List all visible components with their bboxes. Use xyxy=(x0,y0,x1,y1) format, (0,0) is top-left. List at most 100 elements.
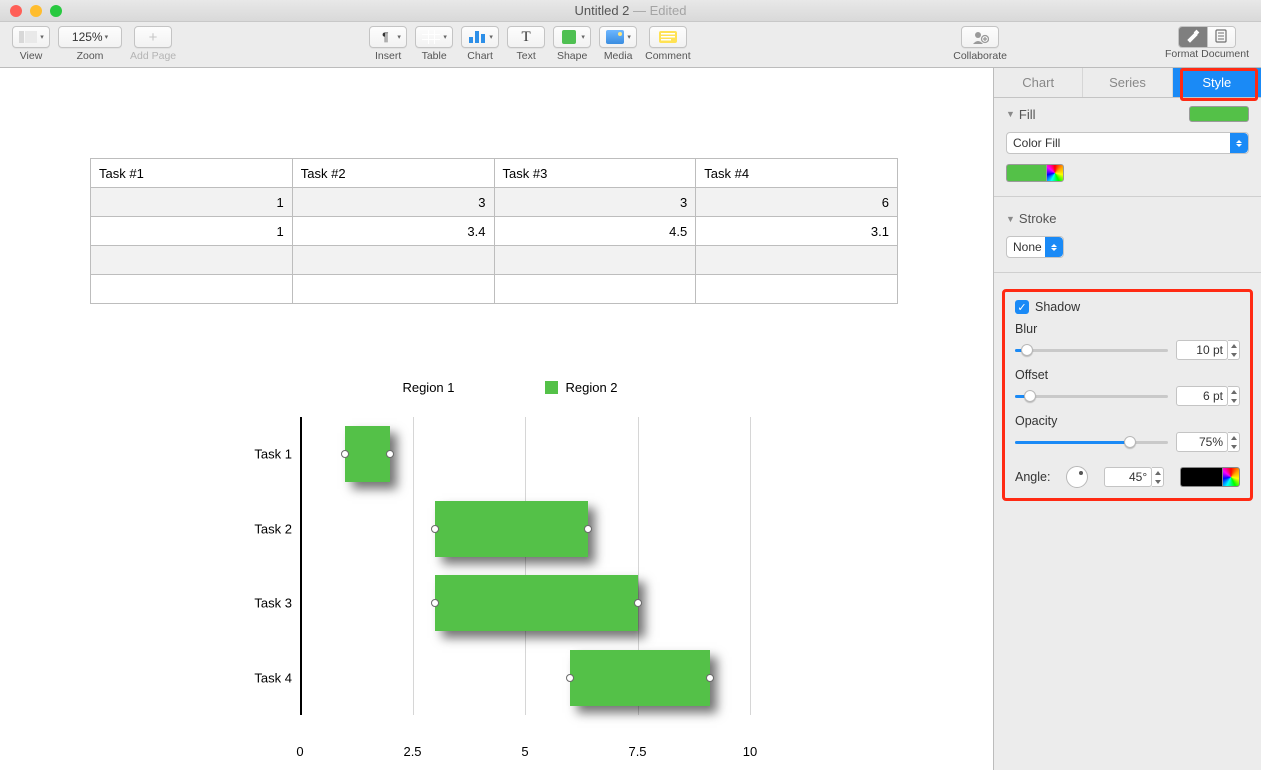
table-button[interactable]: ▾ xyxy=(415,26,453,48)
table-cell[interactable]: 3 xyxy=(494,188,696,217)
minimize-window-button[interactable] xyxy=(30,5,42,17)
tab-series[interactable]: Series xyxy=(1083,68,1172,97)
angle-stepper[interactable] xyxy=(1152,467,1164,487)
selection-handle[interactable] xyxy=(341,450,349,458)
text-button[interactable]: T xyxy=(507,26,545,48)
table-cell[interactable]: 1 xyxy=(91,188,293,217)
zoom-select[interactable]: 125%▾ xyxy=(58,26,122,48)
tab-chart[interactable]: Chart xyxy=(994,68,1083,97)
opacity-stepper[interactable] xyxy=(1228,432,1240,452)
format-mode-button[interactable] xyxy=(1179,27,1207,47)
chart-plot-area[interactable]: 02.557.510Task 1Task 2Task 3Task 4 xyxy=(300,417,810,737)
table-header[interactable]: Task #1 xyxy=(91,159,293,188)
opacity-label: Opacity xyxy=(1015,414,1240,428)
shape-button[interactable]: ▾ xyxy=(553,26,591,48)
opacity-field[interactable]: 75% xyxy=(1176,432,1228,452)
table-cell[interactable]: 3.4 xyxy=(292,217,494,246)
selection-handle[interactable] xyxy=(584,525,592,533)
chart-button[interactable]: ▾ xyxy=(461,26,499,48)
comment-button[interactable] xyxy=(649,26,687,48)
table-cell[interactable]: 3.1 xyxy=(696,217,898,246)
chevron-down-icon: ▾ xyxy=(105,33,109,41)
blur-slider[interactable] xyxy=(1015,342,1168,358)
chevron-down-icon: ▾ xyxy=(397,33,401,41)
x-tick-label: 10 xyxy=(743,744,757,759)
fill-type-select[interactable]: Color Fill xyxy=(1006,132,1249,154)
angle-label: Angle: xyxy=(1015,470,1050,484)
stroke-section-toggle[interactable]: ▼ Stroke xyxy=(1006,211,1249,226)
add-page-button[interactable]: + xyxy=(134,26,172,48)
offset-slider[interactable] xyxy=(1015,388,1168,404)
selection-handle[interactable] xyxy=(431,525,439,533)
chart-bar[interactable] xyxy=(435,501,588,557)
table-cell[interactable]: 3 xyxy=(292,188,494,217)
stroke-type-select[interactable]: None xyxy=(1006,236,1064,258)
add-page-label: Add Page xyxy=(130,50,176,62)
insert-button[interactable]: ¶▾ xyxy=(369,26,407,48)
color-wheel-icon[interactable] xyxy=(1046,164,1064,182)
table-cell[interactable] xyxy=(696,246,898,275)
shadow-checkbox[interactable]: ✓ xyxy=(1015,300,1029,314)
angle-dial[interactable] xyxy=(1066,466,1088,488)
zoom-window-button[interactable] xyxy=(50,5,62,17)
inspector-mode-segmented[interactable] xyxy=(1178,26,1236,48)
shadow-color-well[interactable] xyxy=(1180,467,1240,487)
collaborate-button[interactable] xyxy=(961,26,999,48)
text-icon: T xyxy=(516,29,536,45)
table-header[interactable]: Task #3 xyxy=(494,159,696,188)
table-cell[interactable] xyxy=(494,246,696,275)
media-button[interactable]: ▾ xyxy=(599,26,637,48)
color-wheel-icon[interactable] xyxy=(1222,467,1240,487)
blur-field[interactable]: 10 pt xyxy=(1176,340,1228,360)
document-name: Untitled 2 xyxy=(574,3,629,18)
x-tick-label: 7.5 xyxy=(628,744,646,759)
document-canvas[interactable]: Task #1 Task #2 Task #3 Task #4 1 3 3 6 … xyxy=(0,68,993,770)
inspector-panel: Chart Series Style ▼ Fill Color Fill xyxy=(993,68,1261,770)
table-cell[interactable]: 6 xyxy=(696,188,898,217)
close-window-button[interactable] xyxy=(10,5,22,17)
selection-handle[interactable] xyxy=(634,599,642,607)
angle-value: 45° xyxy=(1129,470,1147,484)
fill-preview-swatch xyxy=(1189,106,1249,122)
fill-color-well[interactable] xyxy=(1006,164,1249,182)
view-button[interactable]: ▾ xyxy=(12,26,50,48)
selection-handle[interactable] xyxy=(706,674,714,682)
selection-handle[interactable] xyxy=(566,674,574,682)
table-cell[interactable]: 1 xyxy=(91,217,293,246)
fill-section-toggle[interactable]: ▼ Fill xyxy=(1006,107,1036,122)
selection-handle[interactable] xyxy=(386,450,394,458)
chart-bar[interactable] xyxy=(570,650,710,706)
shadow-color-swatch[interactable] xyxy=(1180,467,1222,487)
blur-stepper[interactable] xyxy=(1228,340,1240,360)
zoom-label: Zoom xyxy=(77,50,104,62)
opacity-slider[interactable] xyxy=(1015,434,1168,450)
offset-stepper[interactable] xyxy=(1228,386,1240,406)
table-header[interactable]: Task #2 xyxy=(292,159,494,188)
table-header[interactable]: Task #4 xyxy=(696,159,898,188)
table-cell[interactable] xyxy=(494,275,696,304)
chevron-down-icon: ▾ xyxy=(40,33,44,41)
chevron-down-icon: ▾ xyxy=(581,33,585,41)
chevron-down-icon: ▾ xyxy=(627,33,631,41)
selection-handle[interactable] xyxy=(431,599,439,607)
gridline xyxy=(413,417,414,715)
table-cell[interactable] xyxy=(91,275,293,304)
table-cell[interactable]: 4.5 xyxy=(494,217,696,246)
chart-object[interactable]: Region 1 Region 2 02.557.510Task 1Task 2… xyxy=(210,380,810,737)
toolbar: ▾ View 125%▾ Zoom + Add Page ¶▾ Insert ▾… xyxy=(0,22,1261,68)
tab-style[interactable]: Style xyxy=(1173,68,1261,97)
table-cell[interactable] xyxy=(292,275,494,304)
fill-color-swatch[interactable] xyxy=(1006,164,1046,182)
offset-field[interactable]: 6 pt xyxy=(1176,386,1228,406)
shadow-label: Shadow xyxy=(1035,300,1080,314)
chevron-down-icon: ▾ xyxy=(489,33,493,41)
angle-field[interactable]: 45° xyxy=(1104,467,1152,487)
x-tick-label: 2.5 xyxy=(403,744,421,759)
chart-bar[interactable] xyxy=(345,426,390,482)
data-table[interactable]: Task #1 Task #2 Task #3 Task #4 1 3 3 6 … xyxy=(90,158,898,304)
table-cell[interactable] xyxy=(292,246,494,275)
document-mode-button[interactable] xyxy=(1207,27,1235,47)
chart-bar[interactable] xyxy=(435,575,638,631)
table-cell[interactable] xyxy=(696,275,898,304)
table-cell[interactable] xyxy=(91,246,293,275)
